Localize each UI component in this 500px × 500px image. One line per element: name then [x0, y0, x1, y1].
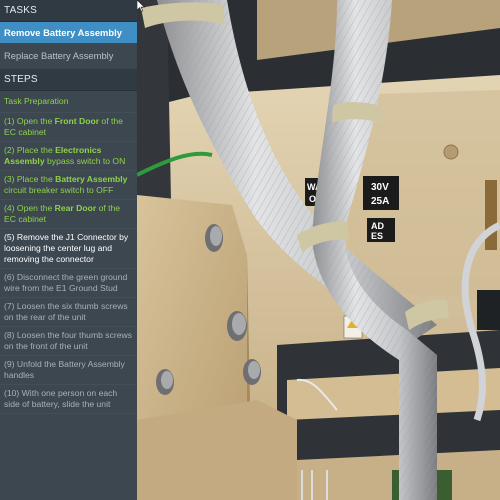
side-rail — [485, 180, 497, 250]
task-sidebar: TASKS Remove Battery Assembly Replace Bat… — [0, 0, 137, 500]
step-item[interactable]: (8) Loosen the four thumb screws on the … — [0, 327, 137, 356]
amperage-text: 25A — [371, 196, 389, 207]
step-item[interactable]: (7) Loosen the six thumb screws on the r… — [0, 298, 137, 327]
load-text-2: ES — [371, 231, 383, 241]
step-text: bypass switch to ON — [44, 156, 126, 166]
ec-cabinet-scene: WAR OL 30V 25A AD ES — [137, 0, 500, 500]
task-item[interactable]: Replace Battery Assembly — [0, 43, 137, 69]
step-text: (7) Loosen the six thumb screws on the r… — [4, 301, 128, 322]
step-highlight: Battery Assembly — [55, 174, 128, 184]
step-text: (10) With one person on each side of bat… — [4, 388, 118, 409]
panel-screw — [443, 144, 459, 160]
step-item[interactable]: (2) Place the Electronics Assembly bypas… — [0, 142, 137, 171]
step-text: (4) Open the — [4, 203, 55, 213]
step-text: (8) Loosen the four thumb screws on the … — [4, 330, 133, 351]
step-item[interactable]: (3) Place the Battery Assembly circuit b… — [0, 171, 137, 200]
steps-header: STEPS — [0, 69, 137, 91]
vent-slot — [477, 290, 500, 330]
task-item-active[interactable]: Remove Battery Assembly — [0, 22, 137, 43]
step-text: circuit breaker switch to OFF — [4, 185, 114, 195]
step-text: (3) Place the — [4, 174, 56, 184]
thumb-screw[interactable] — [156, 369, 174, 395]
step-text: (9) Unfold the Battery Assembly handles — [4, 359, 125, 380]
step-text: (2) Place the — [4, 145, 56, 155]
step-item[interactable]: (9) Unfold the Battery Assembly handles — [0, 356, 137, 385]
thumb-screw[interactable] — [205, 224, 223, 252]
task-preparation-item[interactable]: Task Preparation — [0, 91, 137, 113]
step-item[interactable]: (4) Open the Rear Door of the EC cabinet — [0, 200, 137, 229]
step-highlight: Front Door — [54, 116, 100, 126]
task-list: Remove Battery Assembly Replace Battery A… — [0, 22, 137, 69]
tasks-header: TASKS — [0, 0, 137, 22]
mouse-cursor-icon — [137, 0, 145, 12]
voltage-text: 30V — [371, 182, 389, 193]
step-highlight: Rear Door — [54, 203, 97, 213]
step-list: (1) Open the Front Door of the EC cabine… — [0, 113, 137, 414]
step-text: (1) Open the — [4, 116, 55, 126]
load-text: AD — [371, 221, 384, 231]
step-item[interactable]: (1) Open the Front Door of the EC cabine… — [0, 113, 137, 142]
step-text: (5) Remove the J1 Connector by loosening… — [4, 232, 129, 264]
3d-viewport[interactable]: WAR OL 30V 25A AD ES — [137, 0, 500, 500]
step-item[interactable]: (5) Remove the J1 Connector by loosening… — [0, 229, 137, 269]
j1-connector-lug[interactable] — [227, 311, 247, 341]
step-item[interactable]: (10) With one person on each side of bat… — [0, 385, 137, 414]
thumb-screw[interactable] — [243, 359, 261, 385]
step-item[interactable]: (6) Disconnect the green ground wire fro… — [0, 269, 137, 298]
step-text: (6) Disconnect the green ground wire fro… — [4, 272, 128, 293]
